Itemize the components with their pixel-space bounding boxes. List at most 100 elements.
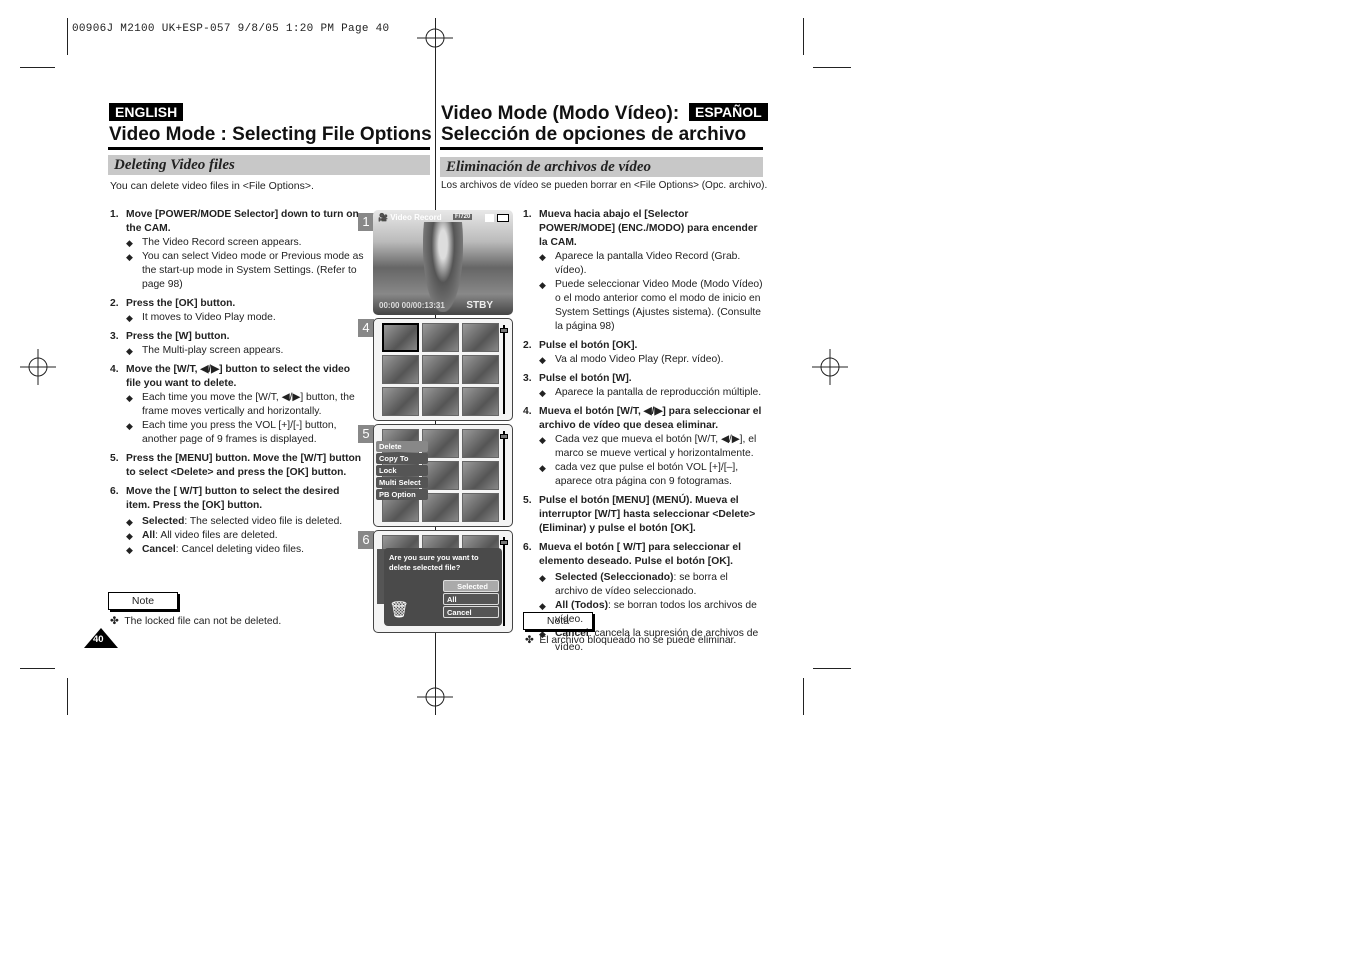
bullet-text: Each time you press the VOL [+]/[-] butt…	[142, 420, 337, 445]
scrollbar[interactable]	[500, 431, 508, 520]
delete-option: ◆ Selected (Seleccionado): se borra el ar…	[523, 571, 763, 599]
menu-item-pb-option[interactable]: PB Option	[376, 489, 428, 500]
thumbnail[interactable]	[462, 493, 499, 522]
diamond-bullet-icon: ◆	[539, 435, 546, 445]
bullet: ◆ cada vez que pulse el botón VOL [+]/[–]…	[523, 461, 763, 489]
diamond-bullet-icon: ◆	[539, 388, 546, 398]
language-badge: ENGLISH	[109, 103, 184, 121]
thumbnail[interactable]	[382, 387, 419, 416]
thumbnail[interactable]	[422, 387, 459, 416]
menu-item-lock[interactable]: Lock	[376, 465, 428, 476]
step-instruction: Move the [ W/T] button to select the des…	[126, 486, 340, 511]
bullet: ◆ Aparece la pantalla Video Record (Grab.…	[523, 250, 763, 278]
option-selected[interactable]: Selected	[443, 580, 499, 592]
step-number: 3.	[523, 373, 532, 384]
bullet-text: The Multi-play screen appears.	[142, 345, 284, 356]
step-6: 6. Mueva el botón [ W/T] para seleccionar…	[523, 541, 763, 569]
thumbnail[interactable]	[462, 429, 499, 458]
scroll-thumb[interactable]	[500, 434, 508, 439]
bullet-text: Cada vez que mueva el botón [W/T, ◀/▶], …	[555, 434, 757, 459]
delete-option: ◆ Cancel: Cancel deleting video files.	[110, 543, 366, 557]
step-instruction: Press the [OK] button.	[126, 298, 236, 309]
battery-icon	[497, 214, 509, 222]
option-name: Selected	[142, 516, 185, 527]
step-number: 1.	[523, 209, 532, 220]
scroll-thumb[interactable]	[500, 540, 508, 545]
thumbnail[interactable]	[422, 323, 459, 352]
menu-item-multi-select[interactable]: Multi Select	[376, 477, 428, 488]
confirm-dialog: Are you sure you want to delete selected…	[384, 548, 502, 626]
bullet-text: Each time you move the [W/T, ◀/▶] button…	[142, 392, 355, 417]
step-number: 2.	[523, 340, 532, 351]
scrollbar[interactable]	[500, 325, 508, 414]
menu-item-delete[interactable]: Delete	[376, 441, 428, 452]
step-instruction: Mueva hacia abajo el [Selector POWER/MOD…	[539, 209, 758, 248]
step-instruction: Pulse el botón [OK].	[539, 340, 638, 351]
crop-mark	[813, 67, 851, 68]
diamond-bullet-icon: ◆	[539, 252, 546, 262]
bullet-text: Aparece la pantalla de reproducción múlt…	[555, 387, 762, 398]
step-3: 3. Pulse el botón [W].	[523, 372, 763, 386]
scroll-thumb[interactable]	[500, 328, 508, 333]
step-4: 4. Move the [W/T, ◀/▶] button to select t…	[110, 363, 366, 391]
file-options-menu: Delete Copy To Lock Multi Select PB Opti…	[376, 441, 428, 501]
bullet: ◆ Aparece la pantalla de reproducción múl…	[523, 386, 763, 400]
thumbnail[interactable]	[462, 387, 499, 416]
bullet: ◆ It moves to Video Play mode.	[110, 311, 366, 325]
steps-spanish: 1. Mueva hacia abajo el [Selector POWER/M…	[523, 203, 763, 655]
option-name: All (Todos)	[555, 600, 608, 611]
menu-screen: Delete Copy To Lock Multi Select PB Opti…	[373, 424, 513, 527]
delete-option: ◆ All: All video files are deleted.	[110, 529, 366, 543]
step-instruction: Move the [W/T, ◀/▶] button to select the…	[126, 364, 351, 389]
option-text: Selected: The selected video file is del…	[142, 515, 342, 529]
bullet: ◆ Each time you move the [W/T, ◀/▶] butto…	[110, 391, 366, 419]
option-cancel[interactable]: Cancel	[443, 606, 499, 618]
steps-english: 1. Move [POWER/MODE Selector] down to tur…	[110, 203, 366, 557]
thumbnail-selected[interactable]	[382, 323, 419, 352]
video-record-screen: 🎥 Video Record F/720 00:00 00/00:13:31 S…	[373, 210, 513, 315]
step-6: 6. Move the [ W/T] button to select the d…	[110, 485, 366, 513]
step-2: 2. Press the [OK] button.	[110, 297, 366, 311]
bullet: ◆ Cada vez que mueva el botón [W/T, ◀/▶],…	[523, 433, 763, 461]
diamond-bullet-icon: ◆	[126, 531, 133, 541]
thumbnail[interactable]	[422, 355, 459, 384]
scrollbar[interactable]	[500, 537, 508, 626]
thumbnail[interactable]	[382, 355, 419, 384]
step-number-badge: 4	[358, 319, 374, 337]
option-description: : All video files are deleted.	[155, 530, 278, 541]
option-all[interactable]: All	[443, 593, 499, 605]
thumbnail-grid	[382, 323, 499, 416]
bullet-text: You can select Video mode or Previous mo…	[142, 251, 364, 290]
step-5: 5. Pulse el botón [MENU] (MENÚ). Mueva el…	[523, 494, 763, 536]
step-5: 5. Press the [MENU] button. Move the [W/T…	[110, 452, 366, 480]
thumbnail[interactable]	[462, 323, 499, 352]
step-number: 5.	[110, 453, 119, 464]
step-number: 4.	[523, 406, 532, 417]
menu-item-copy-to[interactable]: Copy To	[376, 453, 428, 464]
bullet: ◆ The Video Record screen appears.	[110, 236, 366, 250]
step-instruction: Move [POWER/MODE Selector] down to turn …	[126, 209, 359, 234]
crop-mark	[813, 668, 851, 669]
thumbnail[interactable]	[462, 355, 499, 384]
step-number: 4.	[110, 364, 119, 375]
step-instruction: Mueva el botón [ W/T] para seleccionar e…	[539, 542, 741, 567]
step-instruction: Mueva el botón [W/T, ◀/▶] para seleccion…	[539, 406, 762, 431]
language-badge: ESPAÑOL	[689, 103, 768, 121]
thumbnail[interactable]	[462, 461, 499, 490]
diamond-bullet-icon: ◆	[539, 573, 546, 583]
trash-icon: 🗑	[389, 602, 410, 619]
diamond-bullet-icon: ◆	[126, 545, 133, 555]
standby-status: STBY	[466, 300, 493, 311]
note-text: ✤ The locked file can not be deleted.	[110, 616, 282, 627]
section-heading: Eliminación de archivos de vídeo	[440, 157, 763, 177]
crop-mark	[803, 678, 804, 715]
step-number: 1.	[110, 209, 119, 220]
option-name: All	[142, 530, 156, 541]
note-icon: ✤	[110, 616, 125, 627]
step-1: 1. Mueva hacia abajo el [Selector POWER/M…	[523, 208, 763, 250]
bullet-text: It moves to Video Play mode.	[142, 312, 276, 323]
note-label: Nota	[523, 612, 593, 630]
step-1: 1. Move [POWER/MODE Selector] down to tur…	[110, 208, 366, 236]
step-4: 4. Mueva el botón [W/T, ◀/▶] para selecci…	[523, 405, 763, 433]
step-number: 2.	[110, 298, 119, 309]
